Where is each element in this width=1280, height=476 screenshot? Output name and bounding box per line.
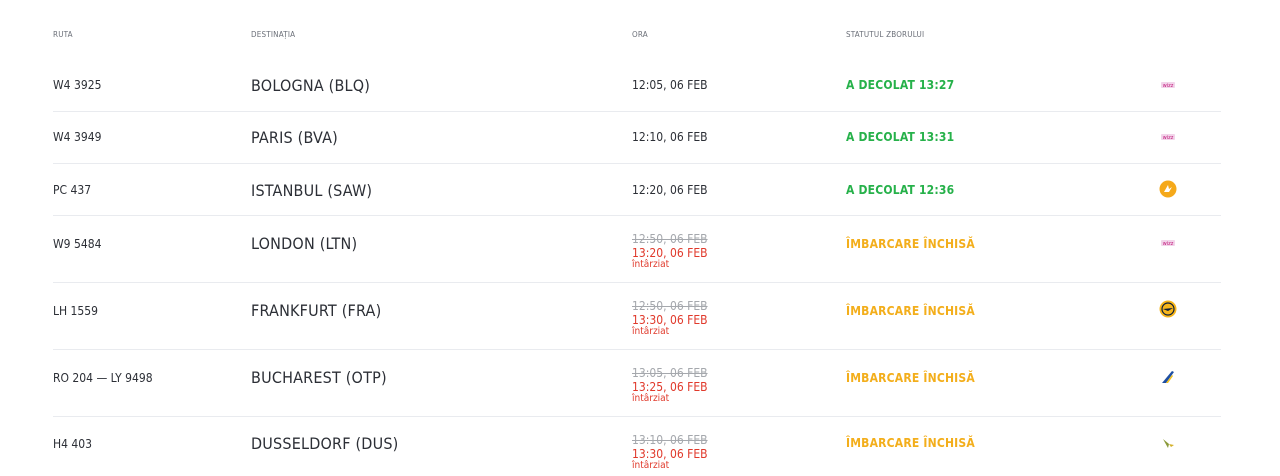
route-code: H4 403: [53, 437, 93, 451]
flight-status: A DECOLAT 13:27: [846, 78, 955, 92]
header-route: RUTA: [53, 30, 73, 39]
time-block: 12:50, 06 FEB 13:30, 06 FEB întârziat: [632, 299, 708, 337]
delay-label: întârziat: [632, 460, 670, 471]
destination: DUSSELDORF (DUS): [251, 434, 399, 453]
route-code: W4 3925: [53, 78, 102, 92]
delay-label: întârziat: [632, 326, 670, 337]
route-code: PC 437: [53, 183, 92, 197]
table-header: RUTA DESTINAȚIA ORA STATUTUL ZBORULUI: [0, 0, 1280, 60]
table-row[interactable]: PC 437 ISTANBUL (SAW) 12:20, 06 FEB A DE…: [53, 164, 1221, 216]
destination: BUCHAREST (OTP): [251, 368, 387, 387]
hisky-logo-icon: [1159, 434, 1177, 452]
estimated-time: 13:30, 06 FEB: [632, 447, 708, 461]
flight-status: A DECOLAT 12:36: [846, 183, 955, 197]
table-row[interactable]: W9 5484 LONDON (LTN) 12:50, 06 FEB 13:20…: [53, 216, 1221, 283]
flight-status: ÎMBARCARE ÎNCHISĂ: [846, 371, 975, 385]
table-row[interactable]: W4 3925 BOLOGNA (BLQ) 12:05, 06 FEB A DE…: [53, 60, 1221, 112]
flight-status: ÎMBARCARE ÎNCHISĂ: [846, 304, 975, 318]
destination: PARIS (BVA): [251, 128, 338, 147]
estimated-time: 13:25, 06 FEB: [632, 380, 708, 394]
flight-status: A DECOLAT 13:31: [846, 130, 955, 144]
time-block: 13:10, 06 FEB 13:30, 06 FEB întârziat: [632, 433, 708, 471]
table-row[interactable]: RO 204 — LY 9498 BUCHAREST (OTP) 13:05, …: [53, 350, 1221, 417]
route-code: W4 3949: [53, 130, 102, 144]
scheduled-time: 12:10, 06 FEB: [632, 130, 708, 144]
header-destination: DESTINAȚIA: [251, 30, 296, 39]
svg-text:wizz: wizz: [1163, 241, 1174, 247]
flight-status: ÎMBARCARE ÎNCHISĂ: [846, 436, 975, 450]
wizz-air-logo-icon: wizz: [1159, 234, 1177, 252]
pegasus-logo-icon: [1159, 180, 1177, 198]
flight-status: ÎMBARCARE ÎNCHISĂ: [846, 237, 975, 251]
table-row[interactable]: LH 1559 FRANKFURT (FRA) 12:50, 06 FEB 13…: [53, 283, 1221, 350]
route-code: W9 5484: [53, 237, 102, 251]
header-time: ORA: [632, 30, 648, 39]
scheduled-time-struck: 13:10, 06 FEB: [632, 433, 708, 447]
time-block: 13:05, 06 FEB 13:25, 06 FEB întârziat: [632, 366, 708, 404]
delay-label: întârziat: [632, 393, 670, 404]
table-row[interactable]: W4 3949 PARIS (BVA) 12:10, 06 FEB A DECO…: [53, 112, 1221, 164]
scheduled-time-struck: 12:50, 06 FEB: [632, 232, 708, 246]
svg-text:wizz: wizz: [1163, 135, 1174, 141]
scheduled-time-struck: 13:05, 06 FEB: [632, 366, 708, 380]
time-block: 12:50, 06 FEB 13:20, 06 FEB întârziat: [632, 232, 708, 270]
tarom-logo-icon: [1159, 368, 1177, 386]
destination: FRANKFURT (FRA): [251, 301, 382, 320]
estimated-time: 13:20, 06 FEB: [632, 246, 708, 260]
destination: BOLOGNA (BLQ): [251, 76, 371, 95]
destination: LONDON (LTN): [251, 234, 358, 253]
flight-board: RUTA DESTINAȚIA ORA STATUTUL ZBORULUI W4…: [0, 0, 1280, 476]
route-code: LH 1559: [53, 304, 99, 318]
wizz-air-logo-icon: wizz: [1159, 128, 1177, 146]
delay-label: întârziat: [632, 259, 670, 270]
destination: ISTANBUL (SAW): [251, 181, 373, 200]
header-status: STATUTUL ZBORULUI: [846, 30, 925, 39]
estimated-time: 13:30, 06 FEB: [632, 313, 708, 327]
wizz-air-logo-icon: wizz: [1159, 76, 1177, 94]
lufthansa-logo-icon: [1159, 300, 1177, 318]
table-row[interactable]: H4 403 DUSSELDORF (DUS) 13:10, 06 FEB 13…: [53, 417, 1221, 476]
route-code: RO 204 — LY 9498: [53, 371, 153, 385]
scheduled-time: 12:20, 06 FEB: [632, 183, 708, 197]
svg-text:wizz: wizz: [1163, 83, 1174, 89]
scheduled-time: 12:05, 06 FEB: [632, 78, 708, 92]
scheduled-time-struck: 12:50, 06 FEB: [632, 299, 708, 313]
